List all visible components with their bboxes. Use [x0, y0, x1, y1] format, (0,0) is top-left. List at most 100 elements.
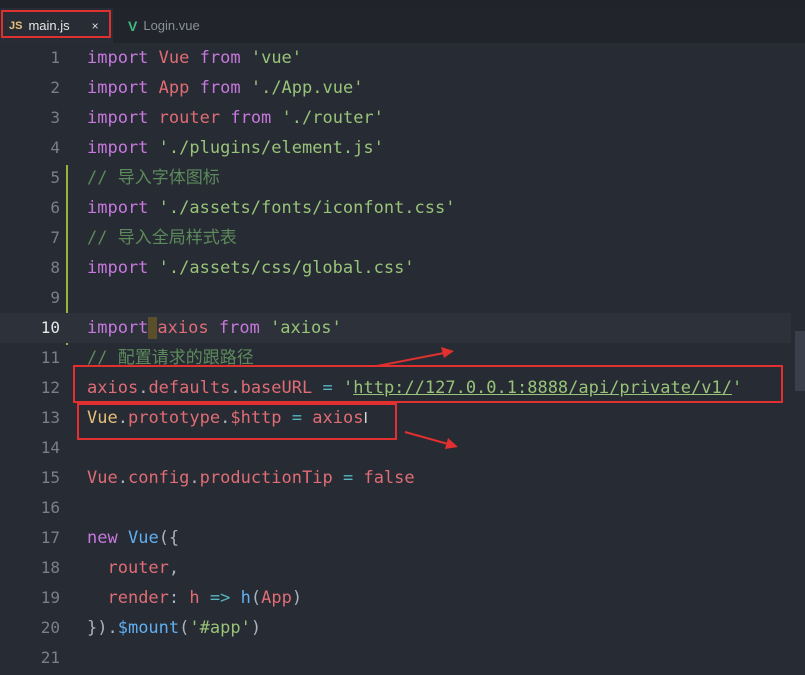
- code-token: import: [87, 78, 149, 98]
- code-line[interactable]: 15 Vue.config.productionTip = false: [0, 463, 805, 493]
- code-editor-window: JS main.js × V Login.vue 1 import Vue fro…: [0, 0, 805, 675]
- line-number: 12: [40, 378, 60, 397]
- code-token: from: [230, 108, 272, 128]
- line-number: 11: [40, 348, 60, 367]
- code-token: 'axios': [270, 318, 342, 338]
- code-token: import: [87, 318, 149, 338]
- code-token: import: [87, 48, 149, 68]
- code-area[interactable]: 1 import Vue from 'vue' 2 import App from '…: [0, 43, 805, 675]
- code-line[interactable]: 9: [0, 283, 805, 313]
- line-number: 21: [40, 648, 60, 667]
- line-number: 18: [40, 558, 60, 577]
- code-text: // 导入字体图标: [87, 163, 220, 193]
- code-token: Vue: [158, 48, 190, 68]
- code-token: render: [107, 588, 169, 608]
- code-token: :: [168, 588, 190, 608]
- code-text: render: h => h(App): [87, 583, 302, 613]
- line-number: 9: [50, 288, 60, 307]
- code-token: from: [218, 318, 260, 338]
- code-text: import './plugins/element.js': [87, 133, 384, 163]
- line-number: 15: [40, 468, 60, 487]
- code-token: import: [87, 138, 149, 158]
- code-text: // 导入全局样式表: [87, 223, 237, 253]
- code-token: config: [127, 468, 190, 488]
- code-line[interactable]: 16: [0, 493, 805, 523]
- line-number: 7: [50, 228, 60, 247]
- vue-file-icon: V: [128, 17, 138, 34]
- line-number: 14: [40, 438, 60, 457]
- code-line[interactable]: 21: [0, 643, 805, 673]
- scrollbar-thumb[interactable]: [795, 331, 805, 391]
- code-text: import './assets/fonts/iconfont.css': [87, 193, 455, 223]
- code-token: './router': [281, 108, 384, 128]
- code-text: Vue.config.productionTip = false: [87, 463, 415, 493]
- line-number: 3: [50, 108, 60, 127]
- code-text: import App from './App.vue': [87, 73, 363, 103]
- code-token: router: [107, 558, 169, 578]
- code-token: ,: [168, 558, 180, 578]
- code-text: }).$mount('#app'): [87, 613, 261, 643]
- code-line[interactable]: 5 // 导入字体图标: [0, 163, 805, 193]
- scrollbar[interactable]: [791, 43, 805, 675]
- code-line[interactable]: 19 render: h => h(App): [0, 583, 805, 613]
- line-number: 5: [50, 168, 60, 187]
- code-token: router: [158, 108, 221, 128]
- code-token: './assets/fonts/iconfont.css': [158, 198, 456, 218]
- line-number: 1: [50, 48, 60, 67]
- title-strip: [0, 0, 805, 8]
- code-token: 'vue': [250, 48, 303, 68]
- code-token: './App.vue': [250, 78, 364, 98]
- code-token: h: [240, 588, 251, 608]
- code-line[interactable]: 20 }).$mount('#app'): [0, 613, 805, 643]
- code-token: (: [179, 618, 190, 638]
- code-line[interactable]: 6 import './assets/fonts/iconfont.css': [0, 193, 805, 223]
- code-token: =: [342, 468, 354, 488]
- code-token: =>: [209, 588, 231, 608]
- code-line[interactable]: 10 import axios from 'axios': [0, 313, 805, 343]
- code-token: import: [87, 108, 149, 128]
- code-token: false: [363, 468, 415, 488]
- code-token: $mount: [117, 618, 180, 638]
- code-token: './assets/css/global.css': [158, 258, 415, 278]
- code-text: import router from './router': [87, 103, 384, 133]
- code-token: from: [199, 78, 241, 98]
- line-number: 20: [40, 618, 60, 637]
- line-number: 6: [50, 198, 60, 217]
- code-text: router,: [87, 553, 179, 583]
- code-text: import './assets/css/global.css': [87, 253, 415, 283]
- code-line[interactable]: 7 // 导入全局样式表: [0, 223, 805, 253]
- code-text: import axios from 'axios': [87, 313, 342, 343]
- code-token: './plugins/element.js': [158, 138, 384, 158]
- code-line[interactable]: 18 router,: [0, 553, 805, 583]
- code-token: ): [291, 588, 303, 608]
- code-line[interactable]: 3 import router from './router': [0, 103, 805, 133]
- code-line[interactable]: 4 import './plugins/element.js': [0, 133, 805, 163]
- code-line[interactable]: 8 import './assets/css/global.css': [0, 253, 805, 283]
- code-token: import: [87, 258, 149, 278]
- code-token: App: [261, 588, 292, 608]
- code-line[interactable]: 1 import Vue from 'vue': [0, 43, 805, 73]
- tab-bar: JS main.js × V Login.vue: [0, 8, 805, 43]
- code-line[interactable]: 2 import App from './App.vue': [0, 73, 805, 103]
- code-token: h: [189, 588, 200, 608]
- tab-label: Login.vue: [143, 18, 200, 33]
- code-line[interactable]: 17 new Vue({: [0, 523, 805, 553]
- tab-login-vue[interactable]: V Login.vue: [114, 8, 224, 43]
- code-token: axios: [157, 318, 209, 338]
